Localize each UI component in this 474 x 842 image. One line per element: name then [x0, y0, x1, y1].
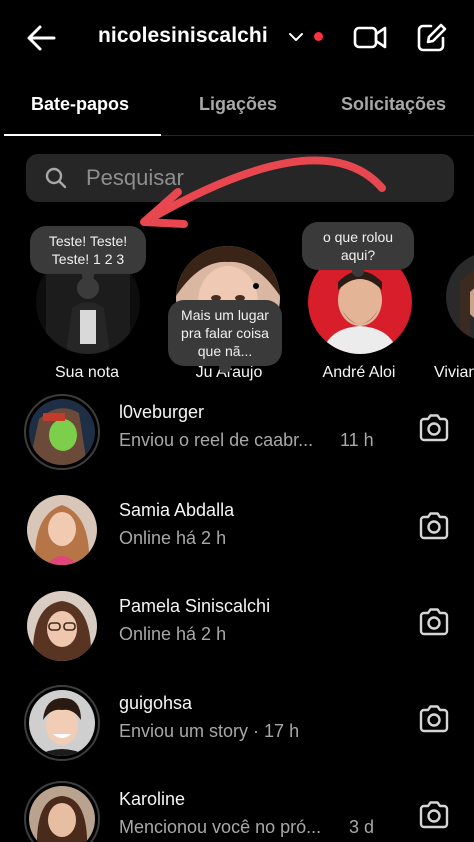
chat-preview: Enviou o reel de caabr...	[119, 430, 314, 450]
note-username: Vivian	[434, 364, 474, 381]
search-bar[interactable]	[26, 154, 454, 202]
notes-row: Sua nota Teste! Teste! Teste! 1 2 3 Ju A…	[4, 220, 474, 390]
chat-name: Samia Abdalla	[119, 500, 235, 520]
avatar	[24, 394, 100, 470]
search-icon	[45, 167, 67, 189]
avatar	[24, 685, 100, 761]
note-item[interactable]: Vivian	[432, 220, 474, 390]
camera-icon[interactable]	[418, 606, 450, 638]
tab-requests[interactable]: Solicitações	[341, 94, 446, 115]
chat-row[interactable]: Samia Abdalla Online há 2 h	[4, 486, 474, 578]
chat-row[interactable]: Karoline Mencionou você no pró... 3 d	[4, 775, 474, 842]
chat-time: 11 h	[340, 430, 374, 450]
note-username: André Aloi	[322, 364, 396, 381]
note-bubble[interactable]: o que rolou aqui?	[302, 222, 414, 277]
chat-preview: Mencionou você no pró...	[119, 817, 322, 837]
note-username: Sua nota	[54, 364, 120, 381]
chat-preview: Enviou um story · 17 h	[119, 721, 300, 741]
compose-icon[interactable]	[416, 20, 448, 54]
back-arrow-icon[interactable]	[24, 22, 60, 54]
chat-row[interactable]: Pamela Siniscalchi Online há 2 h	[4, 582, 474, 674]
notification-dot	[314, 32, 323, 41]
chat-row[interactable]: guigohsa Enviou um story · 17 h	[4, 679, 474, 771]
camera-icon[interactable]	[418, 412, 450, 444]
chat-preview: Online há 2 h	[119, 528, 227, 548]
note-bubble[interactable]: Teste! Teste! Teste! 1 2 3	[30, 226, 146, 281]
avatar	[24, 588, 100, 664]
camera-icon[interactable]	[418, 510, 450, 542]
top-bar: nicolesiniscalchi	[4, 0, 474, 76]
camera-icon[interactable]	[418, 799, 450, 831]
chat-name: Pamela Siniscalchi	[119, 596, 271, 616]
chat-name: Karoline	[119, 789, 186, 809]
tab-chats[interactable]: Bate-papos	[31, 94, 129, 115]
search-input[interactable]	[86, 154, 436, 202]
chat-time: 3 d	[349, 817, 375, 837]
avatar	[446, 252, 474, 342]
tab-calls[interactable]: Ligações	[199, 94, 277, 115]
chat-name: guigohsa	[119, 693, 193, 713]
avatar	[24, 492, 100, 568]
chat-name: l0veburger	[119, 402, 205, 422]
video-call-icon[interactable]	[352, 20, 388, 54]
direct-messages-screen: nicolesiniscalchi Bate-papos Ligações So…	[4, 0, 474, 842]
inbox-tabs: Bate-papos Ligações Solicitações	[4, 84, 474, 136]
avatar	[24, 781, 100, 842]
chat-row[interactable]: l0veburger Enviou o reel de caabr... 11 …	[4, 388, 474, 480]
account-switcher-username[interactable]: nicolesiniscalchi	[98, 24, 268, 48]
active-tab-indicator	[4, 134, 161, 136]
chevron-down-icon[interactable]	[288, 30, 304, 44]
camera-icon[interactable]	[418, 703, 450, 735]
chat-preview: Online há 2 h	[119, 624, 227, 644]
note-bubble[interactable]: Mais um lugar pra falar coisa que nã...	[168, 300, 282, 373]
